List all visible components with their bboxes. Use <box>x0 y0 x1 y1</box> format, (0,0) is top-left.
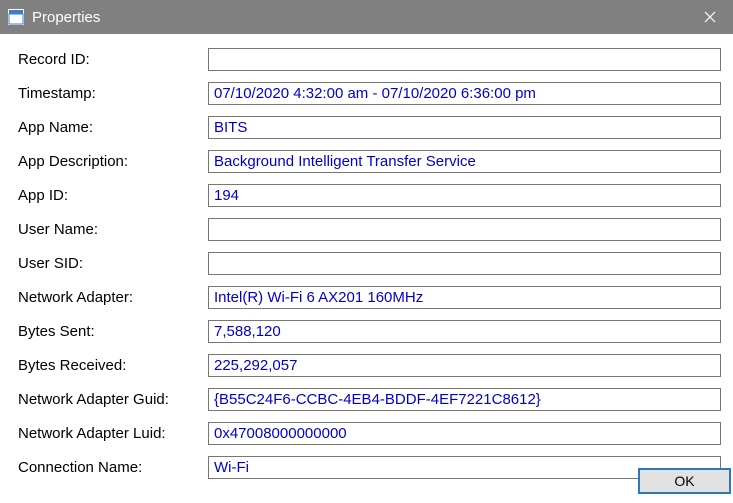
label-network-adapter-guid: Network Adapter Guid: <box>18 391 208 408</box>
label-network-adapter-luid: Network Adapter Luid: <box>18 425 208 442</box>
input-network-adapter-guid[interactable] <box>208 388 721 411</box>
label-connection-name: Connection Name: <box>18 459 208 476</box>
window-title: Properties <box>32 9 687 26</box>
label-user-sid: User SID: <box>18 255 208 272</box>
label-user-name: User Name: <box>18 221 208 238</box>
label-app-description: App Description: <box>18 153 208 170</box>
row-bytes-received: Bytes Received: <box>18 354 721 377</box>
close-button[interactable] <box>687 0 733 34</box>
label-record-id: Record ID: <box>18 51 208 68</box>
label-network-adapter: Network Adapter: <box>18 289 208 306</box>
ok-button[interactable]: OK <box>638 468 731 494</box>
input-timestamp[interactable] <box>208 82 721 105</box>
input-network-adapter[interactable] <box>208 286 721 309</box>
row-connection-name: Connection Name: <box>18 456 721 479</box>
input-network-adapter-luid[interactable] <box>208 422 721 445</box>
app-icon <box>8 9 24 25</box>
row-network-adapter-luid: Network Adapter Luid: <box>18 422 721 445</box>
input-user-sid[interactable] <box>208 252 721 275</box>
row-user-sid: User SID: <box>18 252 721 275</box>
form-body: Record ID: Timestamp: App Name: App Desc… <box>0 34 733 494</box>
input-user-name[interactable] <box>208 218 721 241</box>
row-timestamp: Timestamp: <box>18 82 721 105</box>
row-app-description: App Description: <box>18 150 721 173</box>
row-bytes-sent: Bytes Sent: <box>18 320 721 343</box>
row-network-adapter: Network Adapter: <box>18 286 721 309</box>
input-app-id[interactable] <box>208 184 721 207</box>
input-bytes-sent[interactable] <box>208 320 721 343</box>
label-app-name: App Name: <box>18 119 208 136</box>
titlebar: Properties <box>0 0 733 34</box>
label-bytes-received: Bytes Received: <box>18 357 208 374</box>
row-app-id: App ID: <box>18 184 721 207</box>
row-network-adapter-guid: Network Adapter Guid: <box>18 388 721 411</box>
input-app-name[interactable] <box>208 116 721 139</box>
label-bytes-sent: Bytes Sent: <box>18 323 208 340</box>
row-record-id: Record ID: <box>18 48 721 71</box>
label-timestamp: Timestamp: <box>18 85 208 102</box>
input-app-description[interactable] <box>208 150 721 173</box>
row-app-name: App Name: <box>18 116 721 139</box>
row-user-name: User Name: <box>18 218 721 241</box>
input-record-id[interactable] <box>208 48 721 71</box>
close-icon <box>704 11 716 23</box>
input-bytes-received[interactable] <box>208 354 721 377</box>
label-app-id: App ID: <box>18 187 208 204</box>
